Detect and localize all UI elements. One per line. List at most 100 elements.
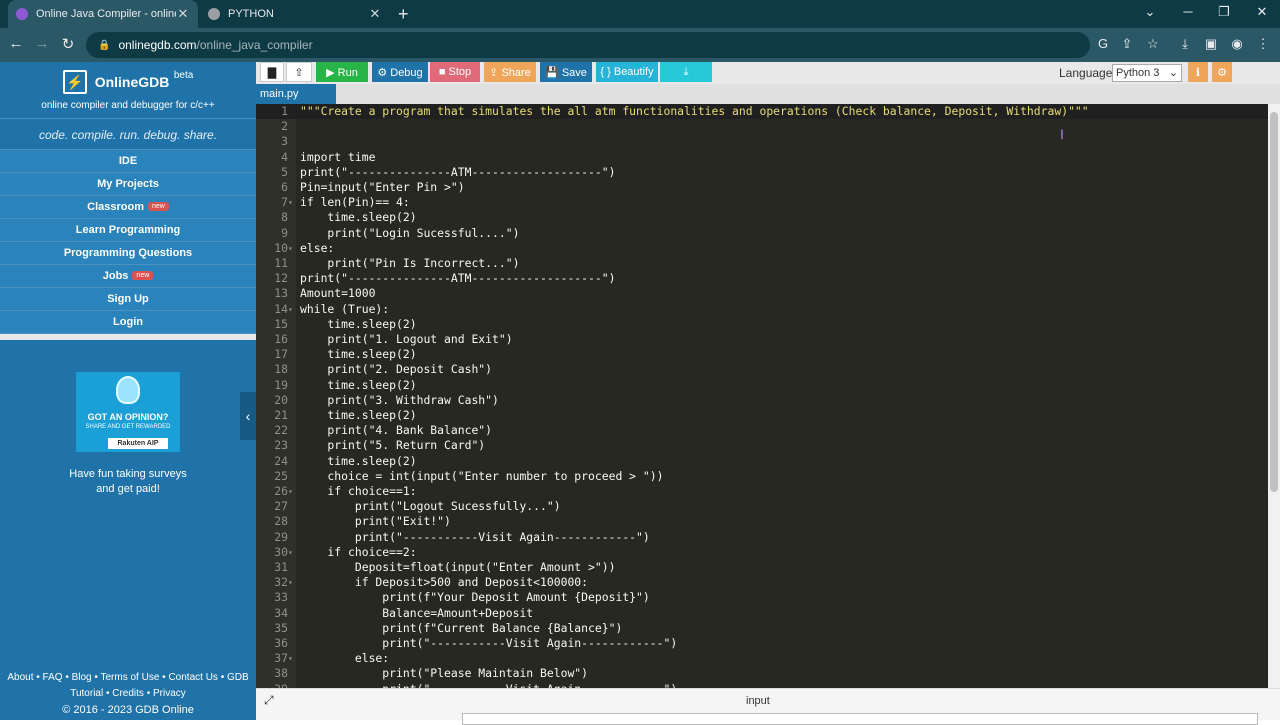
profile-avatar-icon[interactable]: ◉ bbox=[1228, 36, 1246, 52]
code-line[interactable]: 17 time.sleep(2) bbox=[256, 347, 1268, 362]
code-line[interactable]: 14 ▾ while (True): bbox=[256, 302, 1268, 317]
code-line[interactable]: 16 print("1. Logout and Exit") bbox=[256, 332, 1268, 347]
sidebar-item-ide[interactable]: IDE bbox=[0, 150, 256, 173]
footer-links[interactable]: Tutorial • Credits • Privacy bbox=[0, 686, 256, 702]
url-field[interactable]: 🔒 onlinegdb.com/online_java_compiler bbox=[86, 32, 1090, 58]
window-close-icon[interactable]: ✕ bbox=[1252, 4, 1272, 20]
code-line[interactable]: 2 bbox=[256, 119, 1268, 134]
code-line[interactable]: 13 Amount=1000 bbox=[256, 286, 1268, 301]
sidebar-item-programming-questions[interactable]: Programming Questions bbox=[0, 242, 256, 265]
editor-scrollbar[interactable] bbox=[1268, 104, 1280, 688]
forward-icon[interactable]: → bbox=[32, 35, 52, 52]
download-button[interactable]: ⤓ bbox=[660, 62, 712, 82]
code-line[interactable]: 28 print("Exit!") bbox=[256, 514, 1268, 529]
code-line[interactable]: 3 bbox=[256, 134, 1268, 149]
info-button[interactable]: ℹ bbox=[1188, 62, 1208, 82]
close-icon[interactable]: ✕ bbox=[368, 6, 382, 22]
beautify-button[interactable]: { } Beautify bbox=[596, 62, 658, 82]
maximize-icon[interactable]: ❐ bbox=[1214, 4, 1234, 20]
code-line[interactable]: 1 """Create a program that simulates the … bbox=[256, 104, 1268, 120]
ad-caption[interactable]: Have fun taking surveys and get paid! bbox=[0, 467, 256, 497]
new-tab-icon[interactable]: + bbox=[398, 4, 409, 25]
new-file-button[interactable]: ▇ bbox=[260, 62, 284, 82]
sidebar-item-my-projects[interactable]: My Projects bbox=[0, 173, 256, 196]
code-line[interactable]: 15 time.sleep(2) bbox=[256, 317, 1268, 332]
code-line[interactable]: 30 ▾ if choice==2: bbox=[256, 545, 1268, 560]
stop-button[interactable]: ■ Stop bbox=[430, 62, 480, 82]
input-tab-label[interactable]: input bbox=[746, 695, 770, 707]
code-line[interactable]: 25 choice = int(input("Enter number to p… bbox=[256, 469, 1268, 484]
code-line[interactable]: 7 ▾ if len(Pin)== 4: bbox=[256, 195, 1268, 210]
code-line[interactable]: 8 time.sleep(2) bbox=[256, 210, 1268, 225]
code-line[interactable]: 9 print("Login Sucessful....") bbox=[256, 226, 1268, 241]
code-editor[interactable]: 1 """Create a program that simulates the … bbox=[256, 104, 1268, 688]
footer-links[interactable]: About • FAQ • Blog • Terms of Use • Cont… bbox=[0, 670, 256, 686]
close-icon[interactable]: ✕ bbox=[176, 6, 190, 22]
code-line[interactable]: 22 print("4. Bank Balance") bbox=[256, 423, 1268, 438]
code-line[interactable]: 10 ▾ else: bbox=[256, 241, 1268, 256]
file-tab-main[interactable]: main.py bbox=[256, 84, 336, 104]
code-line[interactable]: 33 print(f"Your Deposit Amount {Deposit}… bbox=[256, 590, 1268, 605]
brand[interactable]: ⚡ OnlineGDB beta online compiler and debu… bbox=[0, 62, 256, 118]
browser-tab-active[interactable]: Online Java Compiler - online ed ✕ bbox=[8, 0, 198, 28]
code-line[interactable]: 18 print("2. Deposit Cash") bbox=[256, 362, 1268, 377]
code-line[interactable]: 37 ▾ else: bbox=[256, 651, 1268, 666]
sidebar-item-classroom[interactable]: Classroom new bbox=[0, 196, 256, 219]
code-line[interactable]: 5 print("---------------ATM--------------… bbox=[256, 165, 1268, 180]
code-line[interactable]: 27 print("Logout Sucessfully...") bbox=[256, 499, 1268, 514]
code-line[interactable]: 19 time.sleep(2) bbox=[256, 378, 1268, 393]
upload-button[interactable]: ⇧ bbox=[286, 62, 312, 82]
ad-image[interactable]: GOT AN OPINION? SHARE AND GET REWARDED R… bbox=[76, 372, 180, 452]
star-icon[interactable]: ☆ bbox=[1144, 36, 1162, 52]
fold-arrow-icon[interactable]: ▾ bbox=[288, 575, 293, 590]
sidebar-item-sign-up[interactable]: Sign Up bbox=[0, 288, 256, 311]
sidepanel-icon[interactable]: ▣ bbox=[1202, 36, 1220, 52]
sidebar-item-learn-programming[interactable]: Learn Programming bbox=[0, 219, 256, 242]
fold-arrow-icon[interactable]: ▾ bbox=[288, 484, 293, 499]
ad-headline: GOT AN OPINION? bbox=[87, 412, 169, 422]
debug-button[interactable]: ⚙ Debug bbox=[372, 62, 428, 82]
collapse-sidebar-button[interactable]: ‹ bbox=[240, 392, 256, 440]
chevron-down-icon[interactable]: ⌄ bbox=[1140, 4, 1160, 20]
settings-button[interactable]: ⚙ bbox=[1212, 62, 1232, 82]
share-button[interactable]: ⇪ Share bbox=[484, 62, 536, 82]
google-icon[interactable]: G bbox=[1094, 36, 1112, 51]
fold-arrow-icon[interactable]: ▾ bbox=[288, 545, 293, 560]
fold-arrow-icon[interactable]: ▾ bbox=[288, 651, 293, 666]
code-line[interactable]: 21 time.sleep(2) bbox=[256, 408, 1268, 423]
code-line[interactable]: 38 print("Please Maintain Below") bbox=[256, 666, 1268, 681]
fold-arrow-icon[interactable]: ▾ bbox=[288, 195, 293, 210]
code-line[interactable]: 20 print("3. Withdraw Cash") bbox=[256, 393, 1268, 408]
code-line[interactable]: 24 time.sleep(2) bbox=[256, 454, 1268, 469]
code-line[interactable]: 29 print("-----------Visit Again--------… bbox=[256, 530, 1268, 545]
save-button[interactable]: 💾 Save bbox=[540, 62, 592, 82]
code-line[interactable]: 23 print("5. Return Card") bbox=[256, 438, 1268, 453]
code-line[interactable]: 31 Deposit=float(input("Enter Amount >")… bbox=[256, 560, 1268, 575]
scrollbar-thumb[interactable] bbox=[1270, 112, 1278, 492]
minimize-icon[interactable]: ─ bbox=[1178, 4, 1198, 19]
download-icon[interactable]: ⤓ bbox=[1176, 36, 1194, 52]
fold-arrow-icon[interactable]: ▾ bbox=[288, 241, 293, 256]
back-icon[interactable]: ← bbox=[6, 35, 26, 52]
menu-kebab-icon[interactable]: ⋮ bbox=[1254, 36, 1272, 52]
code-line[interactable]: 32 ▾ if Deposit>500 and Deposit<100000: bbox=[256, 575, 1268, 590]
run-button[interactable]: ▶ Run bbox=[316, 62, 368, 82]
browser-tab-python[interactable]: PYTHON ✕ bbox=[200, 0, 390, 28]
fold-arrow-icon[interactable]: ▾ bbox=[288, 302, 293, 317]
code-line[interactable]: 6 Pin=input("Enter Pin >") bbox=[256, 180, 1268, 195]
sidebar-item-login[interactable]: Login bbox=[0, 311, 256, 334]
stdin-input[interactable] bbox=[462, 713, 1258, 725]
expand-icon[interactable]: ⤢ bbox=[264, 693, 274, 708]
reload-icon[interactable]: ↻ bbox=[58, 35, 78, 53]
share-icon[interactable]: ⇪ bbox=[1118, 36, 1136, 52]
sidebar-item-jobs[interactable]: Jobs new bbox=[0, 265, 256, 288]
code-line[interactable]: 26 ▾ if choice==1: bbox=[256, 484, 1268, 499]
code-line[interactable]: 36 print("-----------Visit Again--------… bbox=[256, 636, 1268, 651]
code-line[interactable]: 11 print("Pin Is Incorrect...") bbox=[256, 256, 1268, 271]
code-line[interactable]: 35 print(f"Current Balance {Balance}") bbox=[256, 621, 1268, 636]
code-line[interactable]: 12 print("---------------ATM-------------… bbox=[256, 271, 1268, 286]
language-select[interactable]: Python 3 ⌄ bbox=[1112, 64, 1182, 82]
code-line[interactable]: 34 Balance=Amount+Deposit bbox=[256, 606, 1268, 621]
ad-banner[interactable]: GOT AN OPINION? SHARE AND GET REWARDED R… bbox=[0, 340, 256, 497]
code-line[interactable]: 4 import time bbox=[256, 150, 1268, 165]
